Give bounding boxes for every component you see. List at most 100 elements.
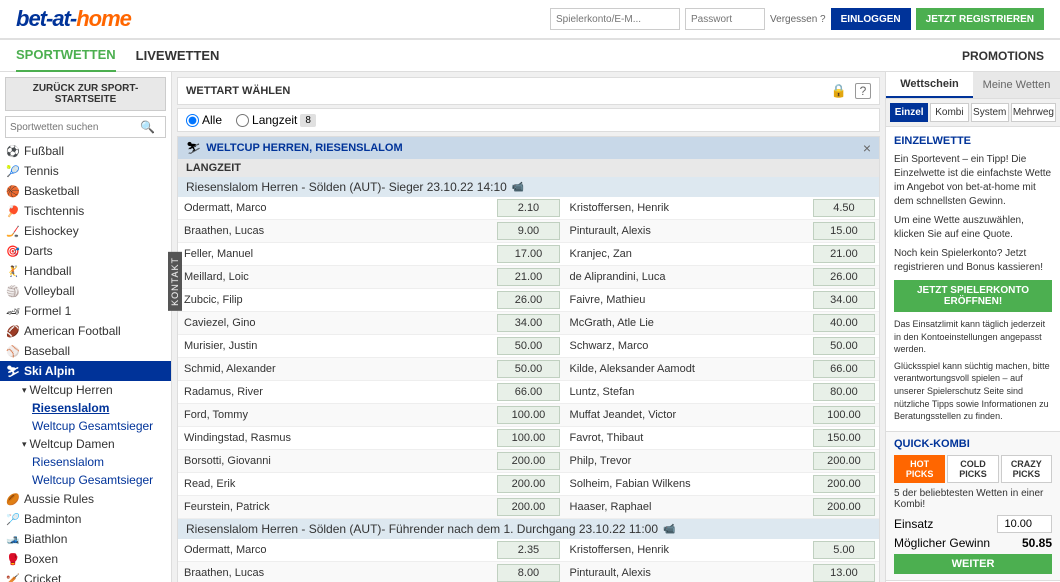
weiter-button[interactable]: WEITER	[894, 554, 1052, 574]
ski-event-icon: ⛷	[186, 141, 201, 155]
odds1-cell[interactable]: 100.00	[493, 427, 563, 450]
odds1-cell[interactable]: 50.00	[493, 358, 563, 381]
crazy-picks-button[interactable]: CRAZY PICKS	[1001, 455, 1052, 483]
hot-picks-button[interactable]: HOT PICKS	[894, 455, 945, 483]
odds1-cell[interactable]: 17.00	[493, 243, 563, 266]
langzeit-count: 8	[300, 114, 316, 127]
odds1-cell[interactable]: 8.00	[493, 562, 563, 582]
passwort-input[interactable]	[685, 8, 765, 30]
player2-name: Favrot, Thibaut	[564, 427, 809, 450]
bet-type-system[interactable]: System	[971, 103, 1009, 122]
event-close-button[interactable]: ×	[863, 141, 871, 155]
table-row: Borsotti, Giovanni 200.00 Philp, Trevor …	[178, 450, 879, 473]
sidebar-sub-riesenslalom-d[interactable]: Riesenslalom	[0, 453, 171, 471]
table-row: Braathen, Lucas 9.00 Pinturault, Alexis …	[178, 220, 879, 243]
odds2-cell[interactable]: 34.00	[809, 289, 879, 312]
odds2-cell[interactable]: 5.00	[809, 539, 879, 562]
einsatz-input[interactable]	[997, 515, 1052, 533]
odds1-cell[interactable]: 200.00	[493, 496, 563, 519]
einloggen-button[interactable]: EINLOGGEN	[831, 8, 911, 30]
odds1-cell[interactable]: 2.10	[493, 197, 563, 220]
tab-wettschein[interactable]: Wettschein	[886, 72, 973, 98]
odds2-cell[interactable]: 80.00	[809, 381, 879, 404]
odds1-cell[interactable]: 34.00	[493, 312, 563, 335]
odds1-cell[interactable]: 50.00	[493, 335, 563, 358]
odds-table-2: Odermatt, Marco 2.35 Kristoffersen, Henr…	[178, 539, 879, 582]
sidebar-item-baseball[interactable]: ⚾ Baseball	[0, 341, 171, 361]
sidebar-item-darts[interactable]: 🎯 Darts	[0, 241, 171, 261]
sidebar-item-tischtennis[interactable]: 🏓 Tischtennis	[0, 201, 171, 221]
sidebar-item-cricket[interactable]: 🏏 Cricket	[0, 569, 171, 582]
filter-all[interactable]: Alle	[186, 113, 222, 127]
search-input[interactable]	[6, 117, 136, 137]
nav-livewetten[interactable]: LIVEWETTEN	[136, 40, 220, 72]
sidebar-item-skialpin[interactable]: ⛷ Ski Alpin	[0, 361, 171, 381]
back-to-sport-button[interactable]: ZURÜCK ZUR SPORT-STARTSEITE	[5, 77, 166, 111]
sidebar-item-americanfootball[interactable]: 🏈 American Football	[0, 321, 171, 341]
table-row: Odermatt, Marco 2.10 Kristoffersen, Henr…	[178, 197, 879, 220]
tab-meine-wetten[interactable]: Meine Wetten	[973, 72, 1060, 98]
open-account-button[interactable]: JETZT SPIELERKONTO ERÖFFNEN!	[894, 280, 1052, 312]
odds2-cell[interactable]: 13.00	[809, 562, 879, 582]
odds1-cell[interactable]: 9.00	[493, 220, 563, 243]
sidebar-item-biathlon[interactable]: 🎿 Biathlon	[0, 529, 171, 549]
help-icon[interactable]: ?	[855, 83, 871, 99]
sidebar-sub-riesenslalom-h[interactable]: Riesenslalom	[0, 399, 171, 417]
sidebar-subgroup-weltcup-herren[interactable]: ▾ Weltcup Herren	[0, 381, 171, 399]
darts-icon: 🎯	[6, 245, 20, 258]
table-row: Read, Erik 200.00 Solheim, Fabian Wilken…	[178, 473, 879, 496]
sidebar-item-eishockey[interactable]: 🏒 Eishockey	[0, 221, 171, 241]
sidebar-item-badminton[interactable]: 🏸 Badminton	[0, 509, 171, 529]
vergessen-link[interactable]: Vergessen ?	[770, 14, 826, 25]
odds2-cell[interactable]: 4.50	[809, 197, 879, 220]
odds1-cell[interactable]: 2.35	[493, 539, 563, 562]
odds2-cell[interactable]: 200.00	[809, 473, 879, 496]
sidebar-item-fussball[interactable]: ⚽ Fußball	[0, 141, 171, 161]
sidebar-sub-gesamtsieger-d[interactable]: Weltcup Gesamtsieger	[0, 471, 171, 489]
odds2-cell[interactable]: 66.00	[809, 358, 879, 381]
odds2-cell[interactable]: 26.00	[809, 266, 879, 289]
contact-tab[interactable]: KONTAKT	[168, 252, 182, 311]
sidebar-item-handball[interactable]: 🤾 Handball	[0, 261, 171, 281]
sidebar-item-tennis[interactable]: 🎾 Tennis	[0, 161, 171, 181]
spielerkonto-input[interactable]	[550, 8, 680, 30]
sidebar-item-basketball[interactable]: 🏀 Basketball	[0, 181, 171, 201]
sidebar-item-volleyball[interactable]: 🏐 Volleyball	[0, 281, 171, 301]
cold-picks-button[interactable]: COLD PICKS	[947, 455, 998, 483]
sidebar-item-aussierules[interactable]: 🏉 Aussie Rules	[0, 489, 171, 509]
event-block: ⛷ WELTCUP HERREN, RIESENSLALOM × LANGZEI…	[177, 136, 880, 582]
table-row: Ford, Tommy 100.00 Muffat Jeandet, Victo…	[178, 404, 879, 427]
sidebar-sub-gesamtsieger-h[interactable]: Weltcup Gesamtsieger	[0, 417, 171, 435]
odds1-cell[interactable]: 21.00	[493, 266, 563, 289]
wettart-header: WETTART WÄHLEN 🔒 ?	[177, 77, 880, 105]
nav-sportwetten[interactable]: SPORTWETTEN	[16, 40, 116, 72]
odds1-cell[interactable]: 200.00	[493, 450, 563, 473]
bet-type-mehrweg[interactable]: Mehrweg	[1011, 103, 1056, 122]
odds2-cell[interactable]: 15.00	[809, 220, 879, 243]
filter-langzeit[interactable]: Langzeit 8	[236, 113, 316, 127]
odds2-cell[interactable]: 150.00	[809, 427, 879, 450]
odds1-cell[interactable]: 66.00	[493, 381, 563, 404]
odds2-cell[interactable]: 50.00	[809, 335, 879, 358]
player2-name: Kranjec, Zan	[564, 243, 809, 266]
odds2-cell[interactable]: 21.00	[809, 243, 879, 266]
odds1-cell[interactable]: 100.00	[493, 404, 563, 427]
odds2-cell[interactable]: 40.00	[809, 312, 879, 335]
sidebar-subgroup-weltcup-damen[interactable]: ▾ Weltcup Damen	[0, 435, 171, 453]
sidebar-item-formel1[interactable]: 🏎 Formel 1	[0, 301, 171, 321]
bet-type-kombi[interactable]: Kombi	[930, 103, 968, 122]
sidebar-item-boxen[interactable]: 🥊 Boxen	[0, 549, 171, 569]
bet-type-einzel[interactable]: Einzel	[890, 103, 928, 122]
table-row: Feller, Manuel 17.00 Kranjec, Zan 21.00	[178, 243, 879, 266]
hot-picks-bar: HOT PICKS COLD PICKS CRAZY PICKS	[894, 455, 1052, 483]
registrieren-button[interactable]: JETZT REGISTRIEREN	[916, 8, 1044, 30]
odds1-cell[interactable]: 26.00	[493, 289, 563, 312]
player1-name: Schmid, Alexander	[178, 358, 493, 381]
nav-promotions[interactable]: PROMOTIONS	[962, 49, 1044, 63]
odds1-cell[interactable]: 200.00	[493, 473, 563, 496]
table-row: Braathen, Lucas 8.00 Pinturault, Alexis …	[178, 562, 879, 582]
odds2-cell[interactable]: 100.00	[809, 404, 879, 427]
odds2-cell[interactable]: 200.00	[809, 450, 879, 473]
logo[interactable]: bet-at-home	[16, 6, 131, 32]
odds2-cell[interactable]: 200.00	[809, 496, 879, 519]
